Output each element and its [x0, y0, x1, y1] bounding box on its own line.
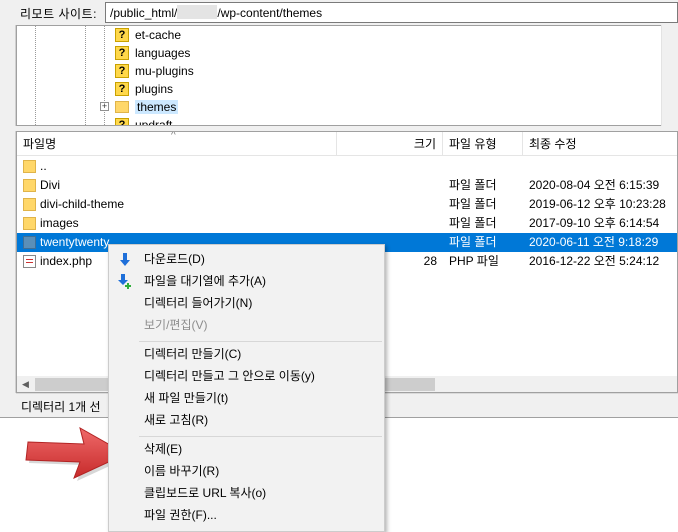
- context-menu: 다운로드(D) 파일을 대기열에 추가(A) 디렉터리 들어가기(N) 보기/편…: [108, 244, 385, 532]
- tree-item-et-cache[interactable]: ? et-cache: [115, 26, 181, 44]
- file-size: 28: [423, 254, 437, 268]
- menu-item-delete[interactable]: 삭제(E): [111, 439, 382, 460]
- file-name: twentytwenty: [40, 235, 110, 249]
- status-text: 디렉터리 1개 선: [21, 400, 101, 414]
- menu-item-create-directory[interactable]: 디렉터리 만들기(C): [111, 344, 382, 365]
- unknown-folder-icon: ?: [115, 46, 129, 60]
- menu-item-refresh[interactable]: 새로 고침(R): [111, 410, 382, 431]
- remote-site-bar: 리모트 사이트: /public_html/ /wp-content/themes: [0, 0, 678, 25]
- file-type: 파일 폴더: [449, 216, 497, 230]
- file-row-images[interactable]: images 파일 폴더 2017-09-10 오후 6:14:54: [17, 214, 677, 233]
- tree-guide-line: [85, 26, 86, 125]
- remote-site-label: 리모트 사이트:: [20, 7, 97, 21]
- path-suffix: /wp-content/themes: [217, 6, 323, 20]
- file-type: 파일 폴더: [449, 178, 497, 192]
- file-modified: 2020-08-04 오전 6:15:39: [529, 178, 660, 192]
- remote-directory-tree: ? et-cache ? languages ? mu-plugins ? pl…: [16, 25, 678, 126]
- menu-item-rename[interactable]: 이름 바꾸기(R): [111, 461, 382, 482]
- menu-item-label: 새로 고침(R): [144, 413, 209, 427]
- folder-icon: [23, 236, 36, 249]
- scroll-left-icon[interactable]: ◀: [17, 376, 34, 392]
- menu-item-view-edit: 보기/편집(V): [111, 315, 382, 336]
- tree-item-label: languages: [135, 46, 191, 60]
- folder-icon: [23, 179, 36, 192]
- php-file-icon: [23, 255, 36, 268]
- unknown-folder-icon: ?: [115, 82, 129, 96]
- menu-item-label: 다운로드(D): [144, 252, 205, 266]
- folder-icon: [23, 217, 36, 230]
- tree-item-updraft[interactable]: ? updraft: [115, 116, 173, 126]
- file-modified: 2020-06-11 오전 9:18:29: [529, 235, 659, 249]
- file-modified: 2016-12-22 오전 5:24:12: [529, 254, 660, 268]
- redacted-segment: [177, 5, 218, 19]
- file-name: divi-child-theme: [40, 197, 125, 211]
- unknown-folder-icon: ?: [115, 28, 129, 42]
- file-name: ..: [40, 159, 47, 173]
- column-header-modified[interactable]: 최종 수정: [523, 132, 677, 156]
- menu-item-label: 파일을 대기열에 추가(A): [144, 274, 267, 288]
- left-pane-scrollbar[interactable]: [0, 131, 16, 393]
- remote-path-input[interactable]: /public_html/ /wp-content/themes: [105, 2, 678, 23]
- tree-item-label: plugins: [135, 82, 174, 96]
- menu-item-download[interactable]: 다운로드(D): [111, 249, 382, 270]
- menu-item-file-permissions[interactable]: 파일 권한(F)...: [111, 505, 382, 526]
- column-header-name[interactable]: 파일명: [17, 132, 337, 156]
- tree-guide-line: [35, 26, 36, 125]
- menu-item-label: 디렉터리 만들고 그 안으로 이동(y): [144, 369, 315, 383]
- tree-item-label: themes: [135, 100, 179, 114]
- menu-item-enter-directory[interactable]: 디렉터리 들어가기(N): [111, 293, 382, 314]
- menu-item-create-and-enter-directory[interactable]: 디렉터리 만들고 그 안으로 이동(y): [111, 366, 382, 387]
- file-row-parent[interactable]: ..: [17, 157, 677, 176]
- file-list-header: ^ 파일명 크기 파일 유형 최종 수정: [17, 132, 677, 156]
- file-name: images: [40, 216, 79, 230]
- tree-item-mu-plugins[interactable]: ? mu-plugins: [115, 62, 194, 80]
- tree-item-themes[interactable]: themes: [115, 98, 179, 116]
- file-type: 파일 폴더: [449, 197, 497, 211]
- menu-item-add-to-queue[interactable]: 파일을 대기열에 추가(A): [111, 271, 382, 292]
- tree-item-languages[interactable]: ? languages: [115, 44, 190, 62]
- tree-guide-line: [104, 26, 105, 125]
- file-row-divi[interactable]: Divi 파일 폴더 2020-08-04 오전 6:15:39: [17, 176, 677, 195]
- left-pane-scrollbar[interactable]: [0, 25, 16, 126]
- menu-item-label: 새 파일 만들기(t): [144, 391, 229, 405]
- unknown-folder-icon: ?: [115, 118, 129, 125]
- folder-icon: [115, 101, 129, 113]
- column-header-size[interactable]: 크기: [337, 132, 443, 156]
- folder-icon: [23, 198, 36, 211]
- tree-item-label: updraft: [135, 118, 173, 126]
- menu-item-label: 디렉터리 만들기(C): [144, 347, 242, 361]
- expand-icon[interactable]: +: [100, 102, 109, 111]
- file-modified: 2019-06-12 오후 10:23:28: [529, 197, 666, 211]
- add-to-queue-icon: [118, 274, 131, 289]
- tree-item-plugins[interactable]: ? plugins: [115, 80, 173, 98]
- menu-item-create-file[interactable]: 새 파일 만들기(t): [111, 388, 382, 409]
- menu-item-label: 삭제(E): [144, 442, 183, 456]
- download-icon: [120, 253, 130, 266]
- path-prefix: /public_html/: [110, 6, 178, 20]
- tree-item-label: mu-plugins: [135, 64, 194, 78]
- menu-separator: [139, 436, 382, 437]
- file-name: index.php: [40, 254, 93, 268]
- column-header-type[interactable]: 파일 유형: [443, 132, 523, 156]
- menu-item-label: 클립보드로 URL 복사(o): [144, 486, 267, 500]
- file-type: 파일 폴더: [449, 235, 497, 249]
- file-row-divi-child-theme[interactable]: divi-child-theme 파일 폴더 2019-06-12 오후 10:…: [17, 195, 677, 214]
- menu-item-label: 이름 바꾸기(R): [144, 464, 220, 478]
- menu-item-copy-url[interactable]: 클립보드로 URL 복사(o): [111, 483, 382, 504]
- menu-item-label: 디렉터리 들어가기(N): [144, 296, 253, 310]
- unknown-folder-icon: ?: [115, 64, 129, 78]
- tree-vertical-scrollbar[interactable]: [661, 25, 678, 126]
- file-type: PHP 파일: [449, 254, 499, 268]
- menu-item-label: 파일 권한(F)...: [144, 508, 217, 522]
- menu-item-label: 보기/편집(V): [144, 318, 208, 332]
- tree-item-label: et-cache: [135, 28, 182, 42]
- folder-icon: [23, 160, 36, 173]
- file-modified: 2017-09-10 오후 6:14:54: [529, 216, 660, 230]
- menu-separator: [139, 341, 382, 342]
- file-name: Divi: [40, 178, 60, 192]
